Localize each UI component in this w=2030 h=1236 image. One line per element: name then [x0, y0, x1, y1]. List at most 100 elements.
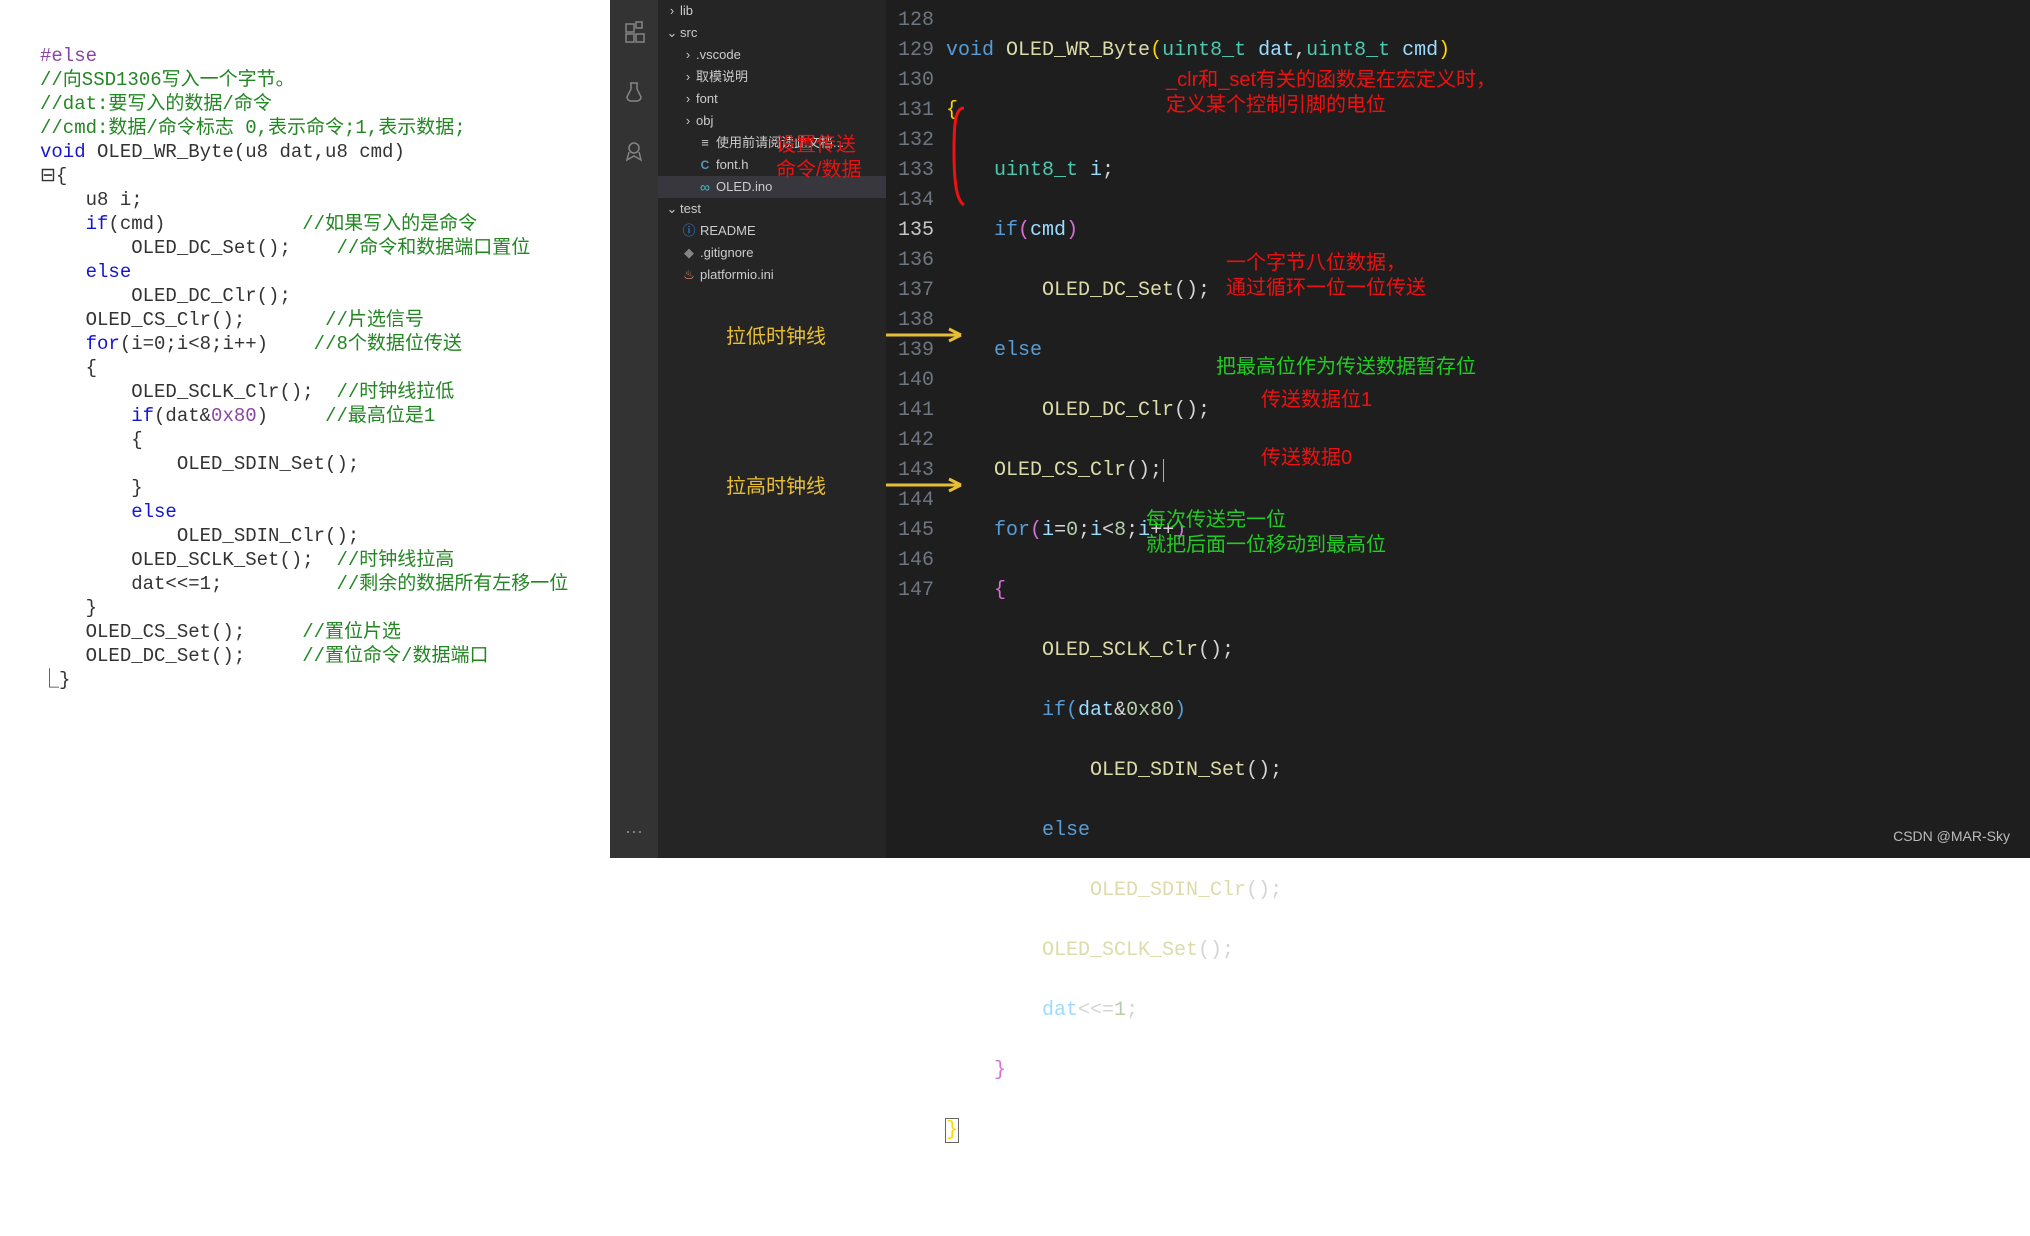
- brace: ⎿}: [40, 669, 70, 691]
- kw: if: [994, 219, 1018, 242]
- tree-file-gitignore[interactable]: ◆.gitignore: [658, 242, 886, 264]
- tree-label: obj: [696, 109, 713, 133]
- comment: //剩余的数据所有左移一位: [336, 573, 568, 595]
- line-number-current: 135: [886, 216, 934, 246]
- comment: //置位片选: [302, 621, 401, 643]
- line-number: 147: [886, 576, 934, 606]
- code-line: OLED_CS_Clr();: [946, 456, 2030, 486]
- call: OLED_CS_Set();: [40, 621, 245, 643]
- ellipsis-icon[interactable]: ⋯: [625, 822, 643, 846]
- extensions-icon[interactable]: [622, 20, 646, 52]
- semi: ;: [1126, 999, 1138, 1022]
- comment: //8个数据位传送: [314, 333, 462, 355]
- var: dat: [1078, 699, 1114, 722]
- tree-file-oledino[interactable]: ∞OLED.ino: [658, 176, 886, 198]
- tree-file-platformio[interactable]: ♨platformio.ini: [658, 264, 886, 286]
- fn: OLED_SCLK_Clr: [1042, 639, 1198, 662]
- c-file-icon: C: [696, 153, 714, 177]
- kw-else: else: [40, 501, 177, 523]
- type: uint8_t: [1306, 39, 1402, 62]
- kw-if: if: [40, 405, 154, 427]
- op: <<=: [1078, 999, 1114, 1022]
- type: uint8_t: [994, 159, 1090, 182]
- tree-file-readfirst[interactable]: ≡使用前请阅读此文档...: [658, 132, 886, 154]
- semi: ;: [1078, 519, 1090, 542]
- code-line: if(dat&0x80): [946, 696, 2030, 726]
- tree-label: font: [696, 87, 718, 111]
- type: uint8_t: [1162, 39, 1258, 62]
- tree-label: font.h: [716, 153, 749, 177]
- comment: //置位命令/数据端口: [302, 645, 488, 667]
- tree-label: README: [700, 219, 756, 243]
- code-line: {: [946, 96, 2030, 126]
- brace: {: [994, 579, 1006, 602]
- fn: OLED_SDIN_Clr: [1090, 879, 1246, 902]
- line-number: 128: [886, 6, 934, 36]
- param: cmd: [1402, 39, 1438, 62]
- brace: {: [946, 99, 958, 122]
- tree-folder-src[interactable]: ⌄src: [658, 22, 886, 44]
- call: OLED_DC_Set();: [40, 237, 291, 259]
- line-number: 130: [886, 66, 934, 96]
- call-end: ();: [1126, 459, 1162, 482]
- var: i: [1090, 519, 1102, 542]
- line-number: 145: [886, 516, 934, 546]
- comment: //cmd:数据/命令标志 0,表示命令;1,表示数据;: [40, 117, 466, 139]
- code-line: OLED_DC_Clr();: [946, 396, 2030, 426]
- testing-icon[interactable]: [622, 80, 646, 112]
- comment: //片选信号: [325, 309, 424, 331]
- kw: if: [1042, 699, 1066, 722]
- op: <: [1102, 519, 1114, 542]
- line-number: 138: [886, 306, 934, 336]
- file-explorer: ›lib ⌄src ›.vscode ›取模说明 ›font ›obj ≡使用前…: [658, 0, 886, 858]
- tree-folder-test[interactable]: ⌄test: [658, 198, 886, 220]
- platformio-icon[interactable]: [622, 140, 646, 172]
- tree-folder-obj[interactable]: ›obj: [658, 110, 886, 132]
- call-end: ();: [1198, 939, 1234, 962]
- stmt: dat<<=1;: [40, 573, 222, 595]
- code-line: OLED_DC_Set();: [946, 276, 2030, 306]
- tree-folder-font[interactable]: ›font: [658, 88, 886, 110]
- tree-folder-quexp[interactable]: ›取模说明: [658, 66, 886, 88]
- op: ++: [1150, 519, 1174, 542]
- tree-file-readme[interactable]: ⓘREADME: [658, 220, 886, 242]
- kw-else: else: [40, 261, 131, 283]
- tree-label: test: [680, 197, 701, 221]
- num: 0: [1066, 519, 1078, 542]
- brace: ⊟{: [40, 165, 67, 187]
- paren: ): [1066, 219, 1078, 242]
- var: i: [1090, 159, 1102, 182]
- code-line: OLED_SCLK_Clr();: [946, 636, 2030, 666]
- fn: OLED_CS_Clr: [994, 459, 1126, 482]
- line-number: 136: [886, 246, 934, 276]
- tree-folder-lib[interactable]: ›lib: [658, 0, 886, 22]
- func-sig: OLED_WR_Byte(u8 dat,u8 cmd): [97, 141, 405, 163]
- file-icon: ≡: [696, 131, 714, 155]
- code-line: }: [946, 1116, 2030, 1146]
- expr: (dat&: [154, 405, 211, 427]
- text-cursor: [1163, 459, 1164, 482]
- call-end: ();: [1174, 399, 1210, 422]
- code-editor[interactable]: 128 129 130 131 132 133 134 135 136 137 …: [886, 0, 2030, 858]
- platformio-file-icon: ♨: [680, 263, 698, 287]
- line-number: 146: [886, 546, 934, 576]
- call-end: ();: [1246, 879, 1282, 902]
- call: OLED_DC_Set();: [40, 645, 245, 667]
- brace: }: [40, 597, 97, 619]
- code-body[interactable]: void OLED_WR_Byte(uint8_t dat,uint8_t cm…: [946, 0, 2030, 858]
- kw: else: [1042, 819, 1090, 842]
- comment: //时钟线拉高: [336, 549, 454, 571]
- tree-folder-vscode[interactable]: ›.vscode: [658, 44, 886, 66]
- call-end: ();: [1246, 759, 1282, 782]
- num: 0x80: [1126, 699, 1174, 722]
- tree-file-fonth[interactable]: Cfont.h: [658, 154, 886, 176]
- fn: OLED_WR_Byte: [1006, 39, 1150, 62]
- code-line: OLED_SCLK_Set();: [946, 936, 2030, 966]
- line-number: 140: [886, 366, 934, 396]
- line-number: 141: [886, 396, 934, 426]
- line-number: 132: [886, 126, 934, 156]
- tree-label: 取模说明: [696, 65, 748, 89]
- gutter: 128 129 130 131 132 133 134 135 136 137 …: [886, 0, 946, 858]
- param: dat: [1258, 39, 1294, 62]
- kw-if: if: [40, 213, 108, 235]
